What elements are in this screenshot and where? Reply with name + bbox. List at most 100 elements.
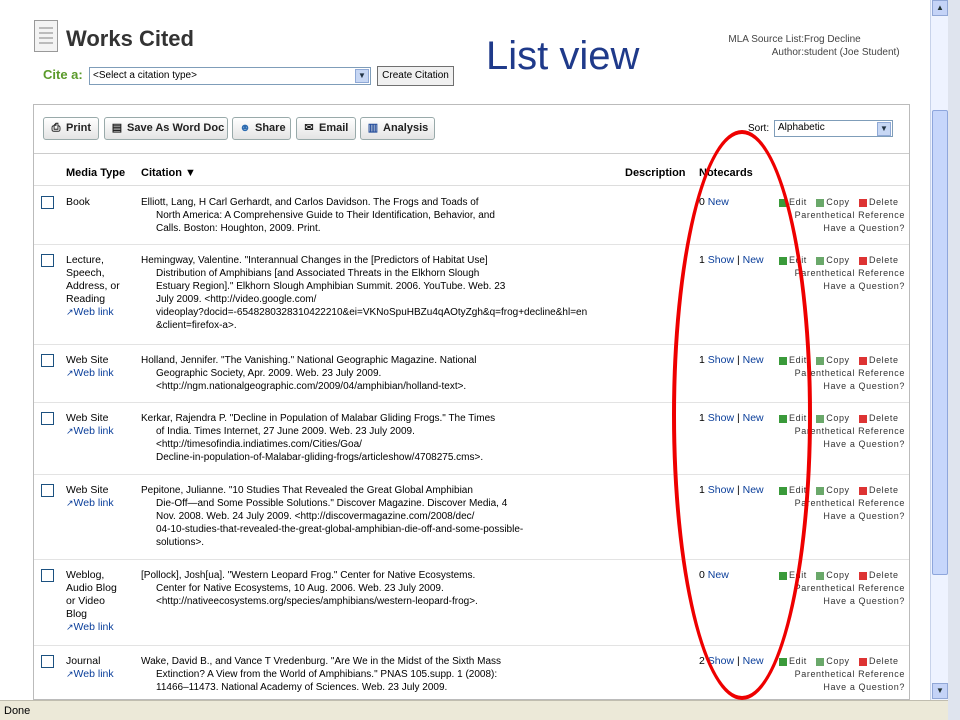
copy-link[interactable]: Copy — [826, 197, 849, 207]
parenthetical-reference-link[interactable]: Parenthetical Reference — [779, 497, 907, 510]
copy-link[interactable]: Copy — [826, 656, 849, 666]
new-notecard-link[interactable]: New — [743, 412, 764, 424]
delete-link[interactable]: Delete — [869, 485, 899, 495]
row-checkbox[interactable] — [41, 354, 54, 367]
source-list-value: Frog Decline — [804, 34, 861, 45]
delete-link[interactable]: Delete — [869, 570, 899, 580]
copy-link[interactable]: Copy — [826, 255, 849, 265]
delete-link[interactable]: Delete — [869, 413, 899, 423]
print-button[interactable]: ⎙ Print — [43, 117, 99, 140]
edit-link[interactable]: Edit — [789, 485, 807, 495]
row-checkbox[interactable] — [41, 484, 54, 497]
bar-chart-icon: ▥ — [367, 122, 379, 134]
citation-line: Kerkar, Rajendra P. "Decline in Populati… — [141, 413, 496, 424]
edit-link[interactable]: Edit — [789, 255, 807, 265]
new-notecard-link[interactable]: New — [743, 484, 764, 496]
sort-select[interactable]: Alphabetic ▼ — [774, 120, 893, 137]
scroll-down-button[interactable]: ▼ — [932, 683, 948, 699]
row-checkbox[interactable] — [41, 254, 54, 267]
parenthetical-reference-link[interactable]: Parenthetical Reference — [779, 582, 907, 595]
new-notecard-link[interactable]: New — [708, 569, 729, 581]
email-button[interactable]: ✉ Email — [296, 117, 356, 140]
citation-line: Holland, Jennifer. "The Vanishing." Nati… — [141, 355, 477, 366]
edit-icon — [779, 486, 787, 495]
edit-icon — [779, 571, 787, 580]
web-link[interactable]: ↗Web link — [66, 621, 136, 634]
edit-link[interactable]: Edit — [789, 413, 807, 423]
citation-line: 04-10-studies-that-revealed-the-great-gl… — [156, 524, 524, 535]
delete-icon — [858, 486, 867, 495]
web-link[interactable]: ↗Web link — [66, 497, 136, 510]
share-button[interactable]: ☻ Share — [232, 117, 291, 140]
citation-text: Pepitone, Julianne. "10 Studies That Rev… — [141, 484, 619, 549]
have-a-question-link[interactable]: Have a Question? — [779, 280, 907, 293]
row-checkbox[interactable] — [41, 655, 54, 668]
edit-link[interactable]: Edit — [789, 656, 807, 666]
have-a-question-link[interactable]: Have a Question? — [779, 595, 907, 608]
citation-line: <http://ngm.nationalgeographic.com/2009/… — [156, 381, 467, 392]
delete-link[interactable]: Delete — [869, 355, 899, 365]
new-notecard-link[interactable]: New — [743, 655, 764, 667]
web-link[interactable]: ↗Web link — [66, 367, 136, 380]
delete-icon — [858, 356, 867, 365]
col-citation[interactable]: Citation ▼ — [141, 167, 196, 179]
have-a-question-link[interactable]: Have a Question? — [779, 510, 907, 523]
parenthetical-reference-link[interactable]: Parenthetical Reference — [779, 668, 907, 681]
new-notecard-link[interactable]: New — [708, 196, 729, 208]
media-type-line: Journal — [66, 655, 101, 667]
parenthetical-reference-link[interactable]: Parenthetical Reference — [779, 425, 907, 438]
copy-link[interactable]: Copy — [826, 413, 849, 423]
col-media-type[interactable]: Media Type — [66, 167, 125, 179]
edit-link[interactable]: Edit — [789, 197, 807, 207]
media-type: Book — [66, 196, 136, 209]
col-notecards[interactable]: Notecards — [699, 167, 753, 179]
delete-link[interactable]: Delete — [869, 255, 899, 265]
have-a-question-link[interactable]: Have a Question? — [779, 222, 907, 235]
print-label: Print — [66, 122, 92, 134]
media-type-line: or Video — [66, 595, 105, 607]
edit-link[interactable]: Edit — [789, 570, 807, 580]
parenthetical-reference-link[interactable]: Parenthetical Reference — [779, 367, 907, 380]
media-type-line: Address, or — [66, 280, 120, 292]
save-word-button[interactable]: ▤ Save As Word Doc — [104, 117, 228, 140]
show-notecards-link[interactable]: Show — [708, 354, 734, 366]
have-a-question-link[interactable]: Have a Question? — [779, 380, 907, 393]
external-link-icon: ↗ — [66, 307, 74, 317]
row-checkbox[interactable] — [41, 412, 54, 425]
vertical-scrollbar[interactable]: ▲ ▼ — [930, 0, 948, 700]
scroll-up-button[interactable]: ▲ — [932, 0, 948, 16]
delete-link[interactable]: Delete — [869, 656, 899, 666]
show-notecards-link[interactable]: Show — [708, 655, 734, 667]
row-checkbox[interactable] — [41, 569, 54, 582]
copy-link[interactable]: Copy — [826, 570, 849, 580]
new-notecard-link[interactable]: New — [743, 354, 764, 366]
chevron-down-icon[interactable]: ▼ — [355, 69, 369, 83]
delete-link[interactable]: Delete — [869, 197, 899, 207]
show-notecards-link[interactable]: Show — [708, 412, 734, 424]
delete-icon — [858, 657, 867, 666]
web-link[interactable]: ↗Web link — [66, 425, 136, 438]
col-description[interactable]: Description — [625, 167, 686, 179]
analysis-button[interactable]: ▥ Analysis — [360, 117, 435, 140]
show-notecards-link[interactable]: Show — [708, 484, 734, 496]
show-notecards-link[interactable]: Show — [708, 254, 734, 266]
copy-link[interactable]: Copy — [826, 355, 849, 365]
citation-type-select[interactable]: <Select a citation type> ▼ — [89, 67, 371, 85]
copy-icon — [816, 356, 825, 365]
have-a-question-link[interactable]: Have a Question? — [779, 681, 907, 694]
have-a-question-link[interactable]: Have a Question? — [779, 438, 907, 451]
parenthetical-reference-link[interactable]: Parenthetical Reference — [779, 209, 907, 222]
parenthetical-reference-link[interactable]: Parenthetical Reference — [779, 267, 907, 280]
web-link[interactable]: ↗Web link — [66, 306, 136, 319]
edit-link[interactable]: Edit — [789, 355, 807, 365]
new-notecard-link[interactable]: New — [743, 254, 764, 266]
scroll-thumb[interactable] — [932, 110, 948, 575]
copy-link[interactable]: Copy — [826, 485, 849, 495]
chevron-down-icon[interactable]: ▼ — [877, 122, 891, 136]
copy-icon — [816, 414, 825, 423]
row-checkbox[interactable] — [41, 196, 54, 209]
create-citation-button[interactable]: Create Citation — [377, 66, 454, 86]
save-word-label: Save As Word Doc — [127, 122, 225, 134]
web-link[interactable]: ↗Web link — [66, 668, 136, 681]
citation-line: Hemingway, Valentine. "Interannual Chang… — [141, 255, 488, 266]
